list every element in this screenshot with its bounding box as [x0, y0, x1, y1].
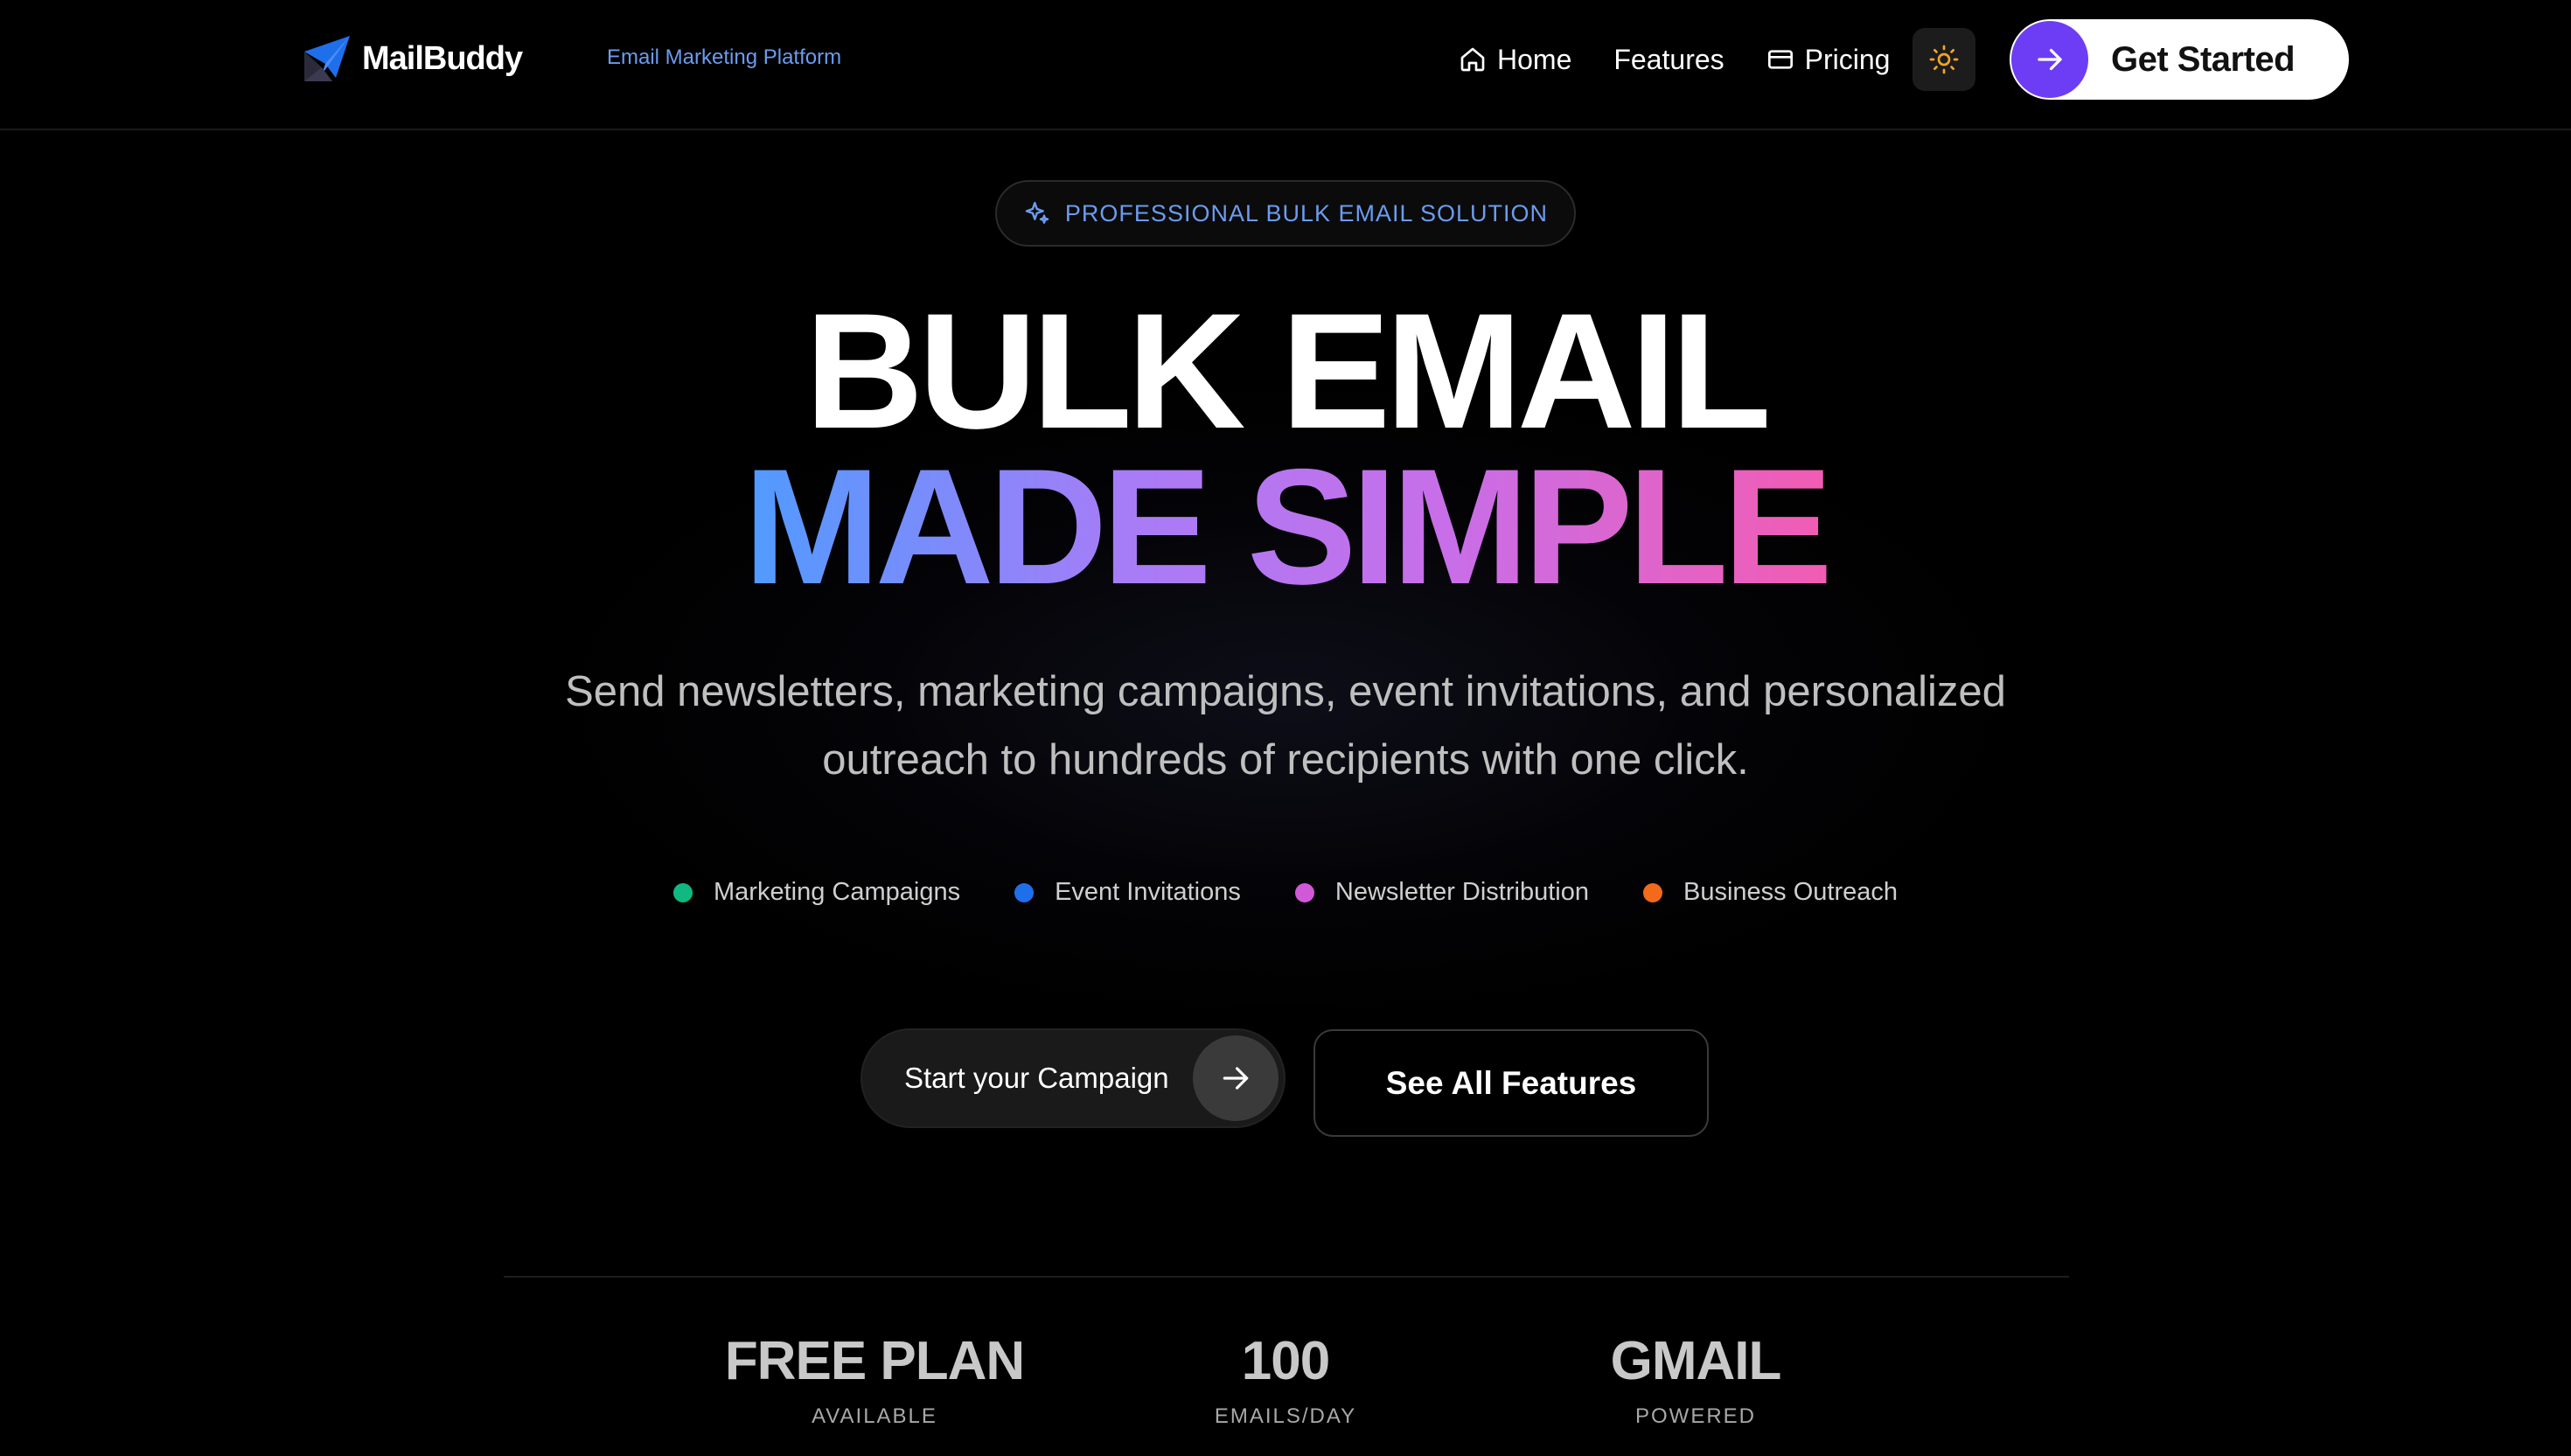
section-divider — [504, 1276, 2069, 1278]
start-campaign-button[interactable]: Start your Campaign — [860, 1028, 1286, 1128]
theme-toggle-button[interactable] — [1913, 28, 1976, 91]
nav-link-features[interactable]: Features — [1613, 44, 1724, 76]
stat-value: 100 — [1241, 1331, 1330, 1391]
stat-emails-per-day: 100 EMAILS/DAY — [1067, 1334, 1504, 1429]
tag-dot — [1014, 882, 1035, 902]
hero-badge-text: PROFESSIONAL BULK EMAIL SOLUTION — [1064, 199, 1549, 226]
tag-business-outreach: Business Outreach — [1642, 878, 1898, 907]
navbar: MailBuddy Email Marketing Platform Home … — [0, 0, 2571, 130]
brand[interactable]: MailBuddy — [301, 30, 523, 87]
stat-label: POWERED — [1634, 1404, 1756, 1428]
tag-newsletter-distribution: Newsletter Distribution — [1294, 878, 1589, 907]
nav-links: Home Features Pricing — [1459, 19, 1998, 100]
credit-card-icon — [1767, 50, 1793, 69]
tag-dot — [1294, 882, 1314, 902]
brand-name: MailBuddy — [362, 39, 523, 77]
tag-label: Marketing Campaigns — [714, 878, 961, 906]
hero-badge: PROFESSIONAL BULK EMAIL SOLUTION — [995, 180, 1576, 247]
get-started-button[interactable]: Get Started — [2010, 19, 2349, 100]
use-case-tags: Marketing Campaigns Event Invitations Ne… — [0, 878, 2571, 907]
brand-tagline: Email Marketing Platform — [607, 45, 842, 69]
arrow-right-icon — [1223, 1067, 1249, 1090]
nav-link-pricing-label: Pricing — [1804, 43, 1891, 75]
tag-dot — [673, 882, 693, 902]
tag-label: Event Invitations — [1055, 878, 1241, 906]
sun-icon — [1930, 45, 1959, 74]
stat-value: GMAIL — [1610, 1331, 1782, 1391]
nav-link-pricing[interactable]: Pricing — [1766, 43, 1891, 76]
hero-headline-line1: BULK EMAIL — [805, 279, 1771, 463]
get-started-arrow-circle — [2011, 21, 2088, 98]
stats-row: FREE PLAN AVAILABLE 100 EMAILS/DAY GMAIL… — [0, 1334, 2571, 1456]
home-icon — [1460, 47, 1485, 72]
tag-label: Newsletter Distribution — [1334, 878, 1589, 906]
stat-label: AVAILABLE — [812, 1404, 937, 1428]
tag-label: Business Outreach — [1683, 878, 1898, 906]
see-all-features-button[interactable]: See All Features — [1313, 1029, 1709, 1137]
nav-link-features-label: Features — [1613, 43, 1724, 75]
stat-gmail-powered: GMAIL POWERED — [1477, 1334, 1914, 1429]
nav-link-home[interactable]: Home — [1459, 44, 1571, 76]
tag-event-invitations: Event Invitations — [1014, 878, 1241, 907]
page: MailBuddy Email Marketing Platform Home … — [0, 0, 2571, 1456]
stat-free-plan: FREE PLAN AVAILABLE — [656, 1334, 1093, 1429]
sparkles-icon — [1025, 201, 1049, 224]
tag-dot — [1642, 882, 1662, 902]
stat-label: EMAILS/DAY — [1214, 1404, 1357, 1428]
tag-marketing-campaigns: Marketing Campaigns — [673, 878, 960, 907]
hero-subtitle: Send newsletters, marketing campaigns, e… — [565, 668, 2006, 784]
hero-headline-gradient-text: MADE SIMPLE — [743, 435, 1833, 618]
stat-value: FREE PLAN — [724, 1331, 1025, 1391]
arrow-right-icon — [2038, 48, 2062, 71]
start-campaign-arrow-circle — [1193, 1035, 1279, 1121]
get-started-label: Get Started — [2111, 39, 2296, 79]
start-campaign-label: Start your Campaign — [904, 1062, 1169, 1094]
paper-plane-logo-icon — [304, 36, 350, 81]
hero-headline-line2: MADE SIMPLE — [0, 444, 2571, 609]
nav-link-home-label: Home — [1497, 43, 1572, 75]
